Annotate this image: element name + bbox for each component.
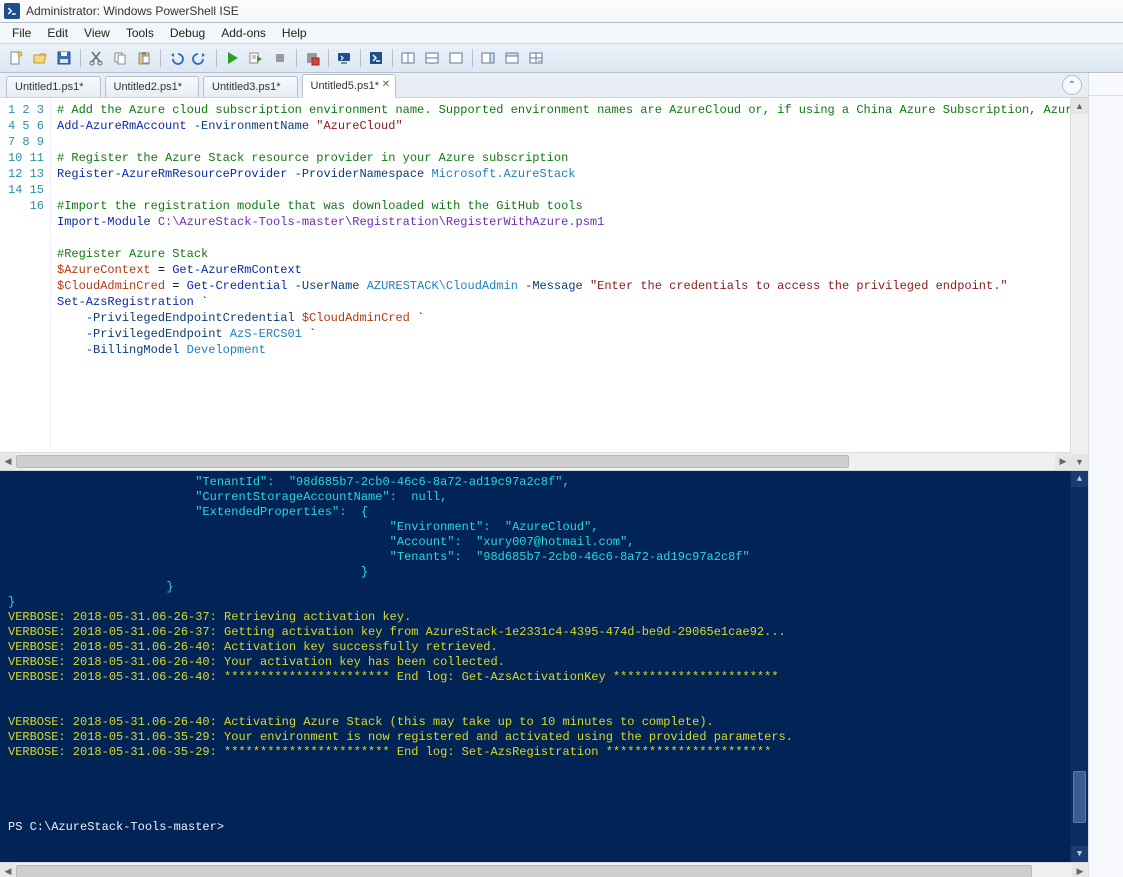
commands-side-pane[interactable] bbox=[1088, 73, 1123, 877]
menubar: FileEditViewToolsDebugAdd-onsHelp bbox=[0, 23, 1123, 43]
toolbar-separator bbox=[212, 47, 220, 69]
save-icon[interactable] bbox=[52, 47, 76, 69]
layout-top-icon[interactable] bbox=[420, 47, 444, 69]
menu-addons[interactable]: Add-ons bbox=[213, 24, 274, 42]
remote-icon[interactable] bbox=[332, 47, 356, 69]
editor-tab[interactable]: Untitled2.ps1* bbox=[105, 76, 200, 97]
run-selection-icon[interactable] bbox=[244, 47, 268, 69]
layout-sbs-icon[interactable] bbox=[396, 47, 420, 69]
menu-view[interactable]: View bbox=[76, 24, 118, 42]
editor-horizontal-scrollbar[interactable]: ◀▶ bbox=[0, 452, 1071, 470]
menu-debug[interactable]: Debug bbox=[162, 24, 213, 42]
redo-icon[interactable] bbox=[188, 47, 212, 69]
copy-icon[interactable] bbox=[108, 47, 132, 69]
paste-icon[interactable] bbox=[132, 47, 156, 69]
toolbar-separator bbox=[324, 47, 332, 69]
run-icon[interactable] bbox=[220, 47, 244, 69]
stop-debugger-icon[interactable] bbox=[300, 47, 324, 69]
options-icon[interactable] bbox=[500, 47, 524, 69]
line-number-gutter: 1 2 3 4 5 6 7 8 9 10 11 12 13 14 15 16 bbox=[0, 98, 51, 470]
tab-label: Untitled3.ps1* bbox=[212, 81, 281, 93]
menu-edit[interactable]: Edit bbox=[39, 24, 76, 42]
cut-icon[interactable] bbox=[84, 47, 108, 69]
script-editor[interactable]: 1 2 3 4 5 6 7 8 9 10 11 12 13 14 15 16 #… bbox=[0, 98, 1088, 471]
toolbar bbox=[0, 43, 1123, 73]
titlebar: Administrator: Windows PowerShell ISE bbox=[0, 0, 1123, 23]
editor-tab[interactable]: Untitled1.ps1* bbox=[6, 76, 101, 97]
toolbar-separator bbox=[388, 47, 396, 69]
cmd-addon-icon[interactable] bbox=[476, 47, 500, 69]
powershell-icon[interactable] bbox=[364, 47, 388, 69]
editor-vertical-scrollbar[interactable]: ▲▼ bbox=[1070, 98, 1088, 470]
powershell-ise-icon bbox=[4, 3, 20, 19]
stop-icon[interactable] bbox=[268, 47, 292, 69]
console-pane[interactable]: "TenantId": "98d685b7-2cb0-46c6-8a72-ad1… bbox=[0, 471, 1088, 862]
menu-help[interactable]: Help bbox=[274, 24, 315, 42]
new-file-icon[interactable] bbox=[4, 47, 28, 69]
tab-label: Untitled5.ps1* bbox=[311, 80, 380, 92]
menu-tools[interactable]: Tools bbox=[118, 24, 162, 42]
window-title: Administrator: Windows PowerShell ISE bbox=[26, 4, 239, 18]
editor-tabs: Untitled1.ps1* Untitled2.ps1* Untitled3.ps… bbox=[0, 73, 1088, 98]
client-horizontal-scrollbar[interactable]: ◀▶ bbox=[0, 862, 1088, 877]
help-icon[interactable] bbox=[524, 47, 548, 69]
menu-file[interactable]: File bbox=[4, 24, 39, 42]
close-tab-icon[interactable]: ✕ bbox=[380, 78, 392, 90]
editor-tab[interactable]: Untitled5.ps1*✕ bbox=[302, 74, 397, 98]
collapse-editor-icon[interactable]: ⌃ bbox=[1062, 75, 1082, 95]
layout-max-icon[interactable] bbox=[444, 47, 468, 69]
toolbar-separator bbox=[76, 47, 84, 69]
toolbar-separator bbox=[292, 47, 300, 69]
tab-label: Untitled2.ps1* bbox=[114, 81, 183, 93]
console-vertical-scrollbar[interactable]: ▲▼ bbox=[1070, 471, 1088, 862]
tab-label: Untitled1.ps1* bbox=[15, 81, 84, 93]
toolbar-separator bbox=[156, 47, 164, 69]
code-area[interactable]: # Add the Azure cloud subscription envir… bbox=[51, 98, 1070, 470]
toolbar-separator bbox=[468, 47, 476, 69]
open-file-icon[interactable] bbox=[28, 47, 52, 69]
editor-tab[interactable]: Untitled3.ps1* bbox=[203, 76, 298, 97]
undo-icon[interactable] bbox=[164, 47, 188, 69]
toolbar-separator bbox=[356, 47, 364, 69]
